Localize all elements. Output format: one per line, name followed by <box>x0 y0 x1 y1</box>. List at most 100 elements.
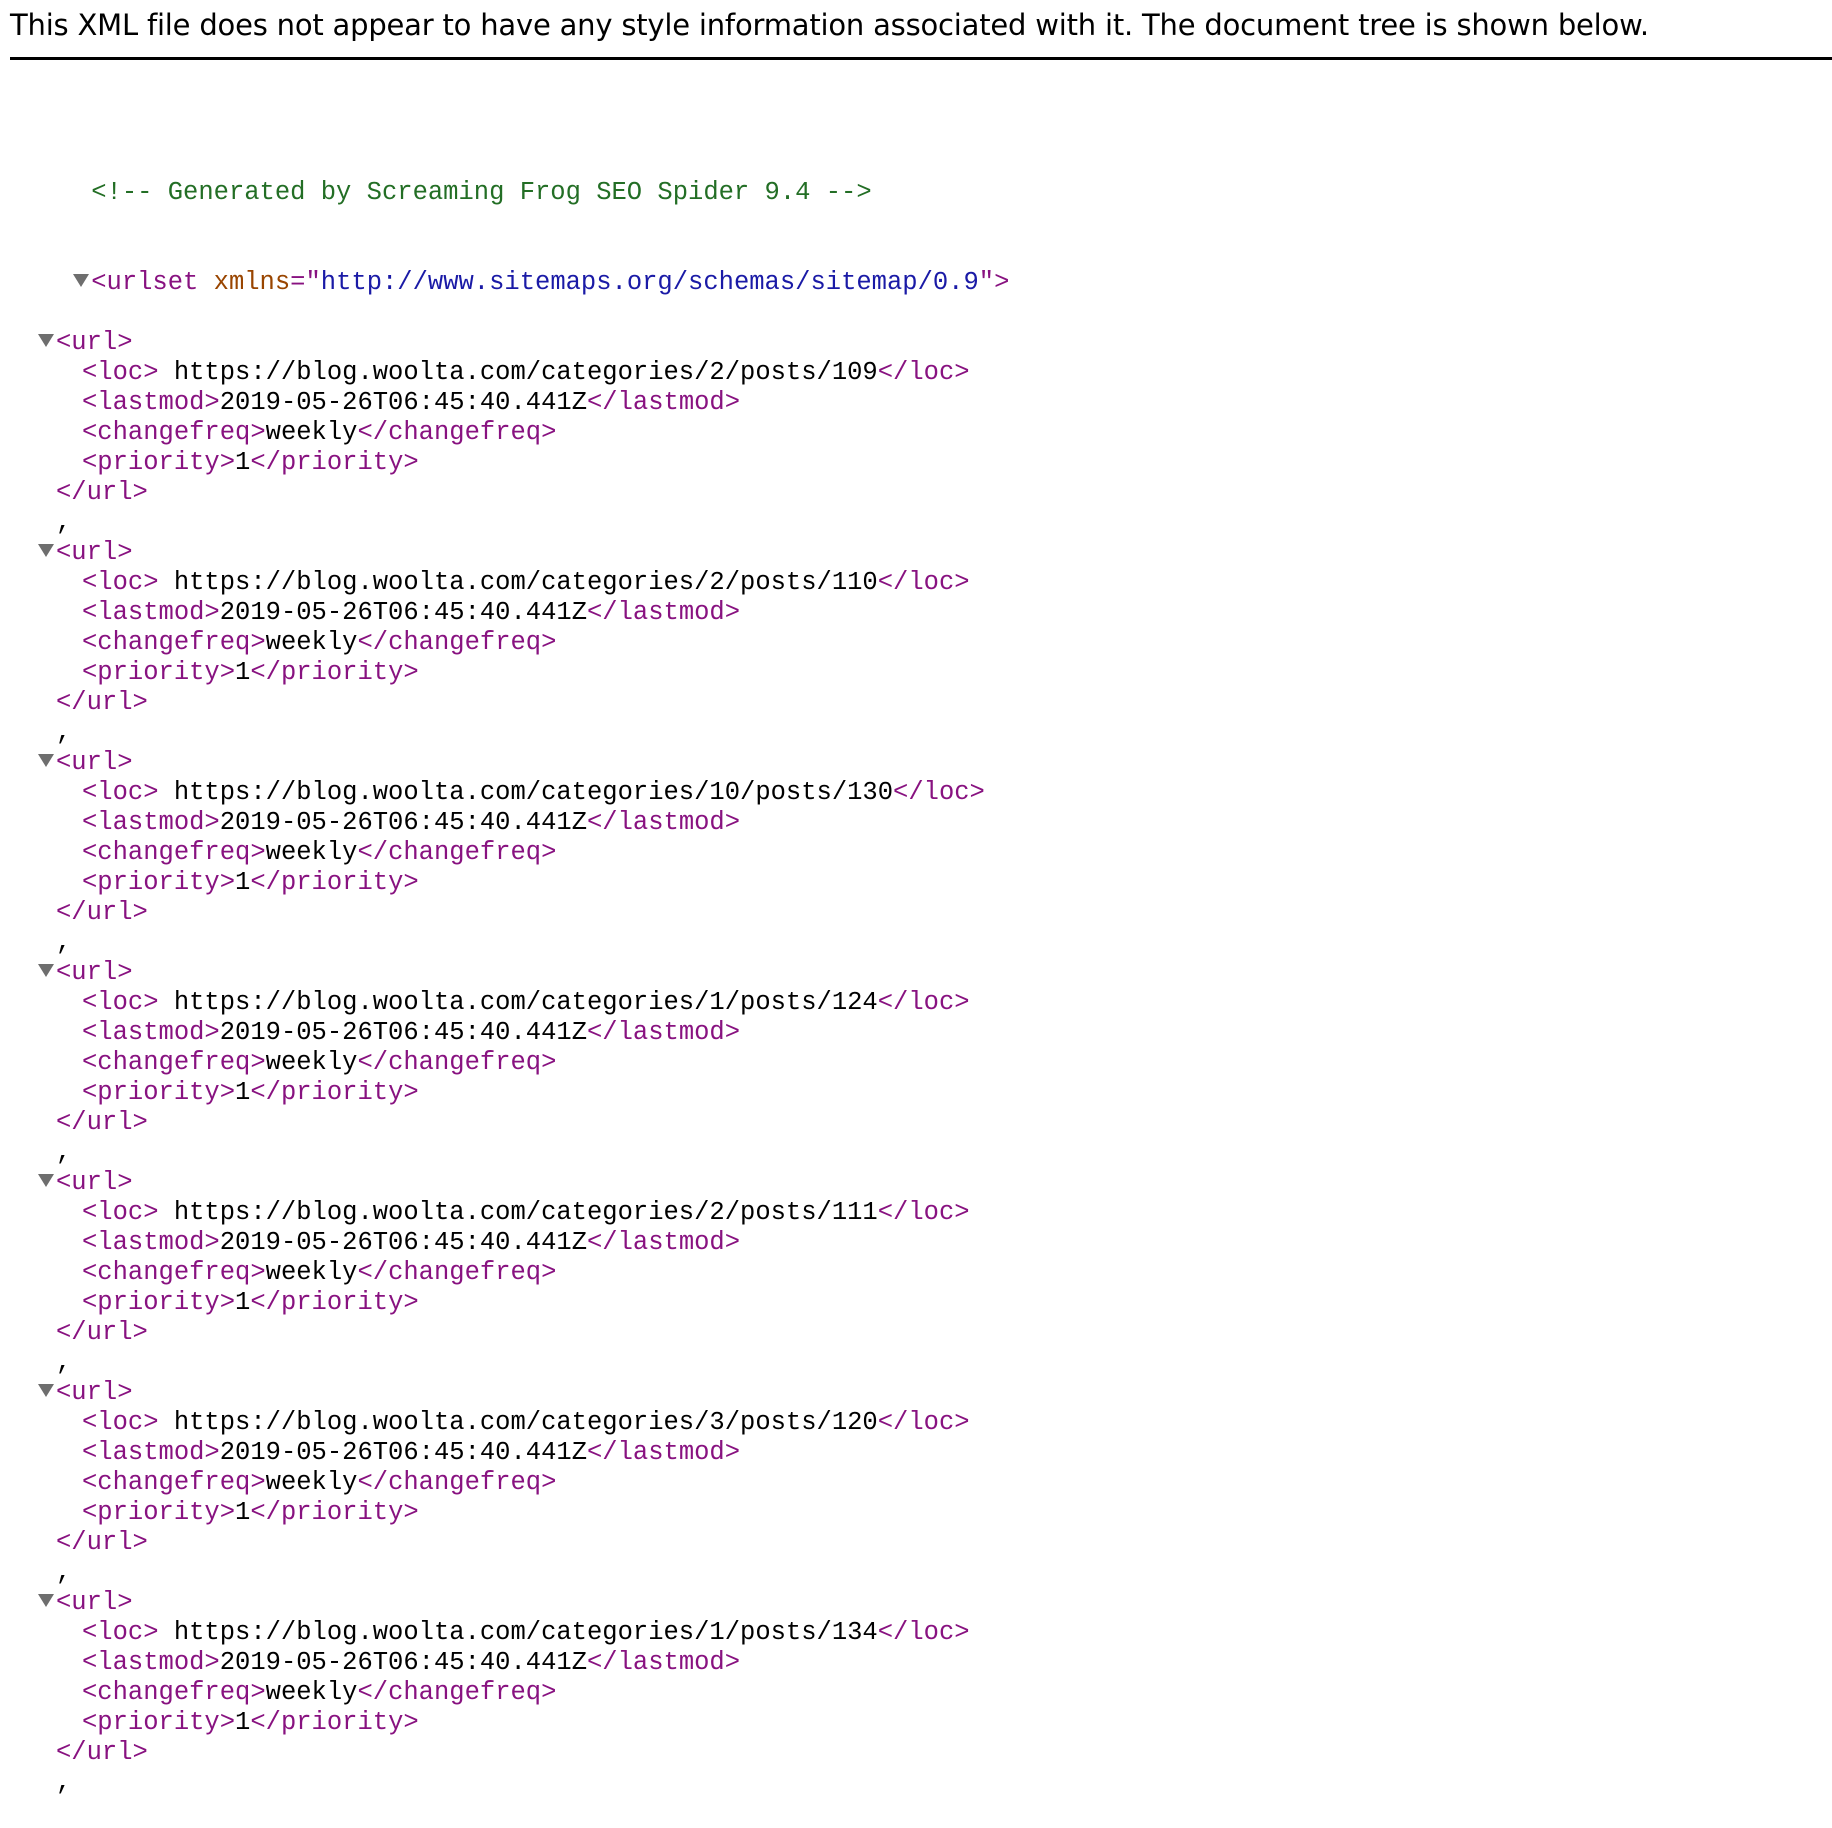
priority-open-tag: <priority> <box>82 448 236 477</box>
changefreq-line: <changefreq>weekly</changefreq> <box>0 1048 1009 1078</box>
lastmod-close-tag: </lastmod> <box>587 388 741 417</box>
changefreq-close-tag: </changefreq> <box>357 1048 557 1077</box>
lastmod-line: <lastmod>2019-05-26T06:45:40.441Z</lastm… <box>0 598 1009 628</box>
priority-line: <priority>1</priority> <box>0 448 1009 478</box>
url-entry: <url> <loc> https://blog.woolta.com/categ… <box>0 538 1009 748</box>
triangle-down-icon[interactable] <box>38 963 54 977</box>
xmlns-attribute-name: xmlns <box>198 268 291 297</box>
url-open-tag: <url> <box>56 328 133 357</box>
url-open-tag: <url> <box>56 1378 133 1407</box>
lastmod-value: 2019-05-26T06:45:40.441Z <box>219 1648 587 1677</box>
loc-close-tag: </loc> <box>893 778 985 807</box>
url-close-tag: </url> <box>56 688 148 717</box>
url-close-tag: </url> <box>56 1318 148 1347</box>
changefreq-line: <changefreq>weekly</changefreq> <box>0 1678 1009 1708</box>
changefreq-open-tag: <changefreq> <box>82 418 266 447</box>
loc-value: https://blog.woolta.com/categories/2/pos… <box>158 358 878 387</box>
changefreq-line: <changefreq>weekly</changefreq> <box>0 418 1009 448</box>
changefreq-close-tag: </changefreq> <box>357 1258 557 1287</box>
priority-close-tag: </priority> <box>250 1078 419 1107</box>
xmlns-attribute-close: "> <box>978 268 1010 297</box>
triangle-down-icon[interactable] <box>38 543 54 557</box>
lastmod-value: 2019-05-26T06:45:40.441Z <box>219 1228 587 1257</box>
separator-comma: , <box>56 928 72 957</box>
lastmod-close-tag: </lastmod> <box>587 598 741 627</box>
url-close-line: </url> <box>0 898 1009 928</box>
url-open-line: <url> <box>0 748 1009 778</box>
lastmod-open-tag: <lastmod> <box>82 1648 220 1677</box>
url-open-tag: <url> <box>56 958 133 987</box>
changefreq-value: weekly <box>265 838 358 867</box>
changefreq-value: weekly <box>265 1258 358 1287</box>
url-close-tag: </url> <box>56 1528 148 1557</box>
url-list: <url> <loc> https://blog.woolta.com/categ… <box>0 328 1009 1798</box>
url-entry: <url> <loc> https://blog.woolta.com/categ… <box>0 748 1009 958</box>
priority-line: <priority>1</priority> <box>0 1078 1009 1108</box>
loc-line: <loc> https://blog.woolta.com/categories… <box>0 568 1009 598</box>
changefreq-value: weekly <box>265 1678 358 1707</box>
generator-comment: <!-- Generated by Screaming Frog SEO Spi… <box>91 178 872 207</box>
separator-line: , <box>0 1138 1009 1168</box>
lastmod-line: <lastmod>2019-05-26T06:45:40.441Z</lastm… <box>0 1018 1009 1048</box>
changefreq-close-tag: </changefreq> <box>357 1468 557 1497</box>
priority-value: 1 <box>235 1708 251 1737</box>
lastmod-open-tag: <lastmod> <box>82 808 220 837</box>
separator-comma: , <box>56 508 72 537</box>
lastmod-value: 2019-05-26T06:45:40.441Z <box>219 598 587 627</box>
url-open-tag: <url> <box>56 538 133 567</box>
url-close-tag: </url> <box>56 478 148 507</box>
lastmod-value: 2019-05-26T06:45:40.441Z <box>219 1438 587 1467</box>
url-close-line: </url> <box>0 1528 1009 1558</box>
loc-value: https://blog.woolta.com/categories/1/pos… <box>158 1618 878 1647</box>
lastmod-value: 2019-05-26T06:45:40.441Z <box>219 1018 587 1047</box>
url-collapse-toggle[interactable] <box>38 1588 56 1618</box>
url-open-line: <url> <box>0 538 1009 568</box>
url-collapse-toggle[interactable] <box>38 1168 56 1198</box>
separator-line: , <box>0 1768 1009 1798</box>
url-close-line: </url> <box>0 1738 1009 1768</box>
urlset-collapse-toggle[interactable] <box>73 268 91 298</box>
url-close-tag: </url> <box>56 898 148 927</box>
triangle-down-icon[interactable] <box>38 753 54 767</box>
changefreq-open-tag: <changefreq> <box>82 1048 266 1077</box>
lastmod-open-tag: <lastmod> <box>82 1018 220 1047</box>
triangle-down-icon[interactable] <box>38 1593 54 1607</box>
url-close-line: </url> <box>0 478 1009 508</box>
loc-line: <loc> https://blog.woolta.com/categories… <box>0 778 1009 808</box>
triangle-down-icon[interactable] <box>38 333 54 347</box>
separator-comma: , <box>56 1558 72 1587</box>
lastmod-close-tag: </lastmod> <box>587 1228 741 1257</box>
priority-close-tag: </priority> <box>250 1498 419 1527</box>
url-open-line: <url> <box>0 1168 1009 1198</box>
url-open-tag: <url> <box>56 1588 133 1617</box>
loc-open-tag: <loc> <box>82 988 159 1017</box>
url-entry: <url> <loc> https://blog.woolta.com/categ… <box>0 958 1009 1168</box>
lastmod-open-tag: <lastmod> <box>82 1228 220 1257</box>
lastmod-close-tag: </lastmod> <box>587 808 741 837</box>
changefreq-value: weekly <box>265 1468 358 1497</box>
url-collapse-toggle[interactable] <box>38 1378 56 1408</box>
loc-close-tag: </loc> <box>877 1198 970 1227</box>
loc-open-tag: <loc> <box>82 1198 159 1227</box>
priority-line: <priority>1</priority> <box>0 658 1009 688</box>
url-collapse-toggle[interactable] <box>38 958 56 988</box>
loc-open-tag: <loc> <box>82 1618 159 1647</box>
url-collapse-toggle[interactable] <box>38 328 56 358</box>
triangle-down-icon[interactable] <box>38 1173 54 1187</box>
url-close-tag: </url> <box>56 1108 148 1137</box>
lastmod-line: <lastmod>2019-05-26T06:45:40.441Z</lastm… <box>0 1228 1009 1258</box>
url-collapse-toggle[interactable] <box>38 748 56 778</box>
loc-value: https://blog.woolta.com/categories/2/pos… <box>158 1198 878 1227</box>
triangle-down-icon[interactable] <box>73 273 90 287</box>
triangle-down-icon[interactable] <box>38 1383 54 1397</box>
loc-line: <loc> https://blog.woolta.com/categories… <box>0 358 1009 388</box>
priority-value: 1 <box>235 658 251 687</box>
loc-close-tag: </loc> <box>877 988 970 1017</box>
priority-open-tag: <priority> <box>82 658 236 687</box>
priority-line: <priority>1</priority> <box>0 1288 1009 1318</box>
priority-open-tag: <priority> <box>82 1288 236 1317</box>
priority-open-tag: <priority> <box>82 1078 236 1107</box>
urlset-open-line: <urlset xmlns="http://www.sitemaps.org/s… <box>0 238 1009 297</box>
generator-comment-line: <!-- Generated by Screaming Frog SEO Spi… <box>0 148 1009 207</box>
url-collapse-toggle[interactable] <box>38 538 56 568</box>
